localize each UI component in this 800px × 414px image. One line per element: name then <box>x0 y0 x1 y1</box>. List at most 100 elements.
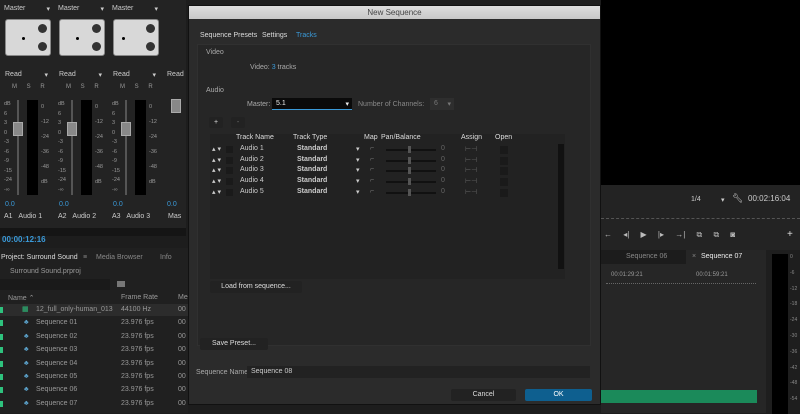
tab-sequence-presets[interactable]: Sequence Presets <box>200 32 257 39</box>
output-select[interactable]: Master ▾ <box>58 5 106 15</box>
tab-sequence-07[interactable]: Sequence 07 <box>701 253 742 260</box>
track-type-select[interactable]: Standard <box>297 166 327 173</box>
track-name[interactable]: Audio 5 <box>240 188 264 195</box>
panel-menu-icon[interactable]: ≡ <box>83 254 87 261</box>
transport-controls[interactable]: ← ◂| ▶ |▸ →| ⧉ ⧉ ◙ <box>604 230 735 240</box>
pan-control[interactable] <box>113 19 159 56</box>
assign-icon[interactable]: ⊢⊣ <box>465 177 477 185</box>
automation-select[interactable]: Read ▾ <box>113 71 158 79</box>
output-select[interactable]: Master ▾ <box>4 5 52 15</box>
automation-select[interactable]: Read ▾ <box>59 71 104 79</box>
volume-value[interactable]: 0.0 <box>113 201 123 208</box>
track-checkbox[interactable] <box>226 156 233 164</box>
track-checkbox[interactable] <box>226 167 233 175</box>
track-checkbox[interactable] <box>226 178 233 186</box>
move-up-down-icon[interactable]: ▴ ▾ <box>212 177 221 185</box>
open-checkbox[interactable] <box>500 178 508 187</box>
list-item[interactable]: ♣ Sequence 07 23.976 fps 00 <box>0 398 190 410</box>
list-item[interactable]: ♣ Sequence 06 23.976 fps 00 <box>0 384 190 396</box>
track-type-select[interactable]: Standard <box>297 188 327 195</box>
tab-settings[interactable]: Settings <box>262 32 287 39</box>
volume-value[interactable]: 0.0 <box>59 201 69 208</box>
pan-slider[interactable] <box>386 159 436 162</box>
add-track-button[interactable]: + <box>209 117 223 128</box>
open-checkbox[interactable] <box>500 188 508 197</box>
list-item[interactable]: ♣ Sequence 01 23.976 fps 00 <box>0 317 190 329</box>
open-checkbox[interactable] <box>500 167 508 176</box>
pan-slider[interactable] <box>386 181 436 184</box>
move-up-down-icon[interactable]: ▴ ▾ <box>212 145 221 153</box>
track-type-select[interactable]: Standard <box>297 156 327 163</box>
map-icon[interactable]: ⌐ <box>370 156 374 163</box>
volume-fader[interactable] <box>121 122 131 136</box>
sequence-name-input[interactable]: Sequence 08 <box>247 366 590 378</box>
tab-project[interactable]: Project: Surround Sound <box>1 254 78 261</box>
track-type-select[interactable]: Standard <box>297 145 327 152</box>
move-up-down-icon[interactable]: ▴ ▾ <box>212 156 221 164</box>
mute-solo-record[interactable]: M S R <box>66 84 103 90</box>
track-checkbox[interactable] <box>226 146 233 153</box>
audio-clip[interactable] <box>601 390 757 403</box>
pan-value[interactable]: 0 <box>441 166 445 173</box>
video-track-count[interactable]: 3 <box>272 64 276 71</box>
list-item[interactable]: ♣ Sequence 03 23.976 fps 00 <box>0 344 190 356</box>
search-input[interactable] <box>0 279 110 290</box>
save-preset-button[interactable]: Save Preset... <box>200 338 268 350</box>
track-name[interactable]: Audio 1 <box>240 145 264 152</box>
tab-media-browser[interactable]: Media Browser <box>96 254 143 261</box>
time-ruler[interactable] <box>606 283 756 287</box>
track-name[interactable]: Audio 2 <box>240 156 264 163</box>
assign-icon[interactable]: ⊢⊣ <box>465 156 477 164</box>
move-up-down-icon[interactable]: ▴ ▾ <box>212 188 221 196</box>
column-media[interactable]: Me <box>178 294 188 301</box>
volume-value[interactable]: 0.0 <box>5 201 15 208</box>
track-name[interactable]: Audio 4 <box>240 177 264 184</box>
track-checkbox[interactable] <box>226 188 233 196</box>
output-select[interactable]: Master ▾ <box>112 5 160 15</box>
list-item[interactable]: ♣ Sequence 04 23.976 fps 00 <box>0 358 190 370</box>
map-icon[interactable]: ⌐ <box>370 177 374 184</box>
cancel-button[interactable]: Cancel <box>451 389 516 401</box>
pan-value[interactable]: 0 <box>441 145 445 152</box>
wrench-icon[interactable]: 🔧︎ <box>732 193 743 204</box>
master-select[interactable]: 5.1 ▾ <box>272 98 352 110</box>
move-up-down-icon[interactable]: ▴ ▾ <box>212 166 221 174</box>
column-name[interactable]: Name ⌃ <box>8 294 35 302</box>
assign-icon[interactable]: ⊢⊣ <box>465 166 477 174</box>
list-item[interactable]: ▦ 12_full_only-human_013 44100 Hz 00 <box>0 304 190 316</box>
remove-track-button[interactable]: - <box>231 117 245 128</box>
column-frame-rate[interactable]: Frame Rate <box>121 294 158 301</box>
master-fader[interactable] <box>171 99 181 113</box>
mute-solo-record[interactable]: M S R <box>120 84 157 90</box>
mute-solo-record[interactable]: M S R <box>12 84 49 90</box>
assign-icon[interactable]: ⊢⊣ <box>465 188 477 196</box>
map-icon[interactable]: ⌐ <box>370 166 374 173</box>
pan-value[interactable]: 0 <box>441 156 445 163</box>
track-type-select[interactable]: Standard <box>297 177 327 184</box>
tab-info[interactable]: Info <box>160 254 172 261</box>
tab-sequence-06[interactable]: Sequence 06 <box>626 253 667 260</box>
map-icon[interactable]: ⌐ <box>370 145 374 152</box>
volume-fader[interactable] <box>13 122 23 136</box>
pan-value[interactable]: 0 <box>441 188 445 195</box>
mixer-timecode[interactable]: 00:00:12:16 <box>2 235 46 244</box>
open-checkbox[interactable] <box>500 146 508 154</box>
pan-value[interactable]: 0 <box>441 177 445 184</box>
pan-slider[interactable] <box>386 191 436 194</box>
channels-select[interactable]: 6 ▾ <box>430 98 454 110</box>
resolution-select[interactable]: 1/4 <box>691 196 701 203</box>
track-name[interactable]: Audio 3 <box>240 166 264 173</box>
add-button-icon[interactable]: + <box>787 229 793 240</box>
pan-slider[interactable] <box>386 149 436 151</box>
new-bin-icon[interactable] <box>117 281 125 287</box>
list-item[interactable]: ♣ Sequence 05 23.976 fps 00 <box>0 371 190 383</box>
master-value[interactable]: 0.0 <box>167 201 177 208</box>
program-timecode[interactable]: 00:02:16:04 <box>748 194 790 203</box>
monitor-ruler[interactable] <box>601 218 800 223</box>
list-item[interactable]: ♣ Sequence 02 23.976 fps 00 <box>0 331 190 343</box>
open-checkbox[interactable] <box>500 156 508 165</box>
assign-icon[interactable]: ⊢⊣ <box>465 145 477 153</box>
volume-fader[interactable] <box>67 122 77 136</box>
pan-slider[interactable] <box>386 170 436 173</box>
map-icon[interactable]: ⌐ <box>370 188 374 195</box>
